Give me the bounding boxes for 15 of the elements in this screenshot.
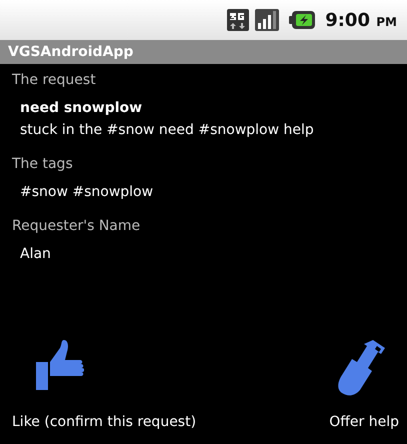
clock-time: 9:00 PM xyxy=(325,10,397,30)
offer-help-button[interactable]: Offer help xyxy=(329,338,399,430)
window-title: VGSAndroidApp xyxy=(8,44,134,60)
section-label: The request xyxy=(11,72,97,88)
request-title: need snowplow xyxy=(19,100,144,116)
battery-charging-icon xyxy=(289,11,316,29)
tags-text: #snow #snowplow xyxy=(19,184,154,200)
requester-name: Alan xyxy=(19,246,52,262)
thumbs-up-icon xyxy=(34,338,84,392)
network-3g-icon xyxy=(227,9,250,31)
like-button[interactable]: Like (confirm this request) xyxy=(12,338,196,430)
request-body: stuck in the #snow need #snowplow help xyxy=(19,122,315,138)
section-label: The tags xyxy=(11,156,74,172)
section-label: Requester's Name xyxy=(11,218,142,234)
signal-icon xyxy=(255,9,280,31)
